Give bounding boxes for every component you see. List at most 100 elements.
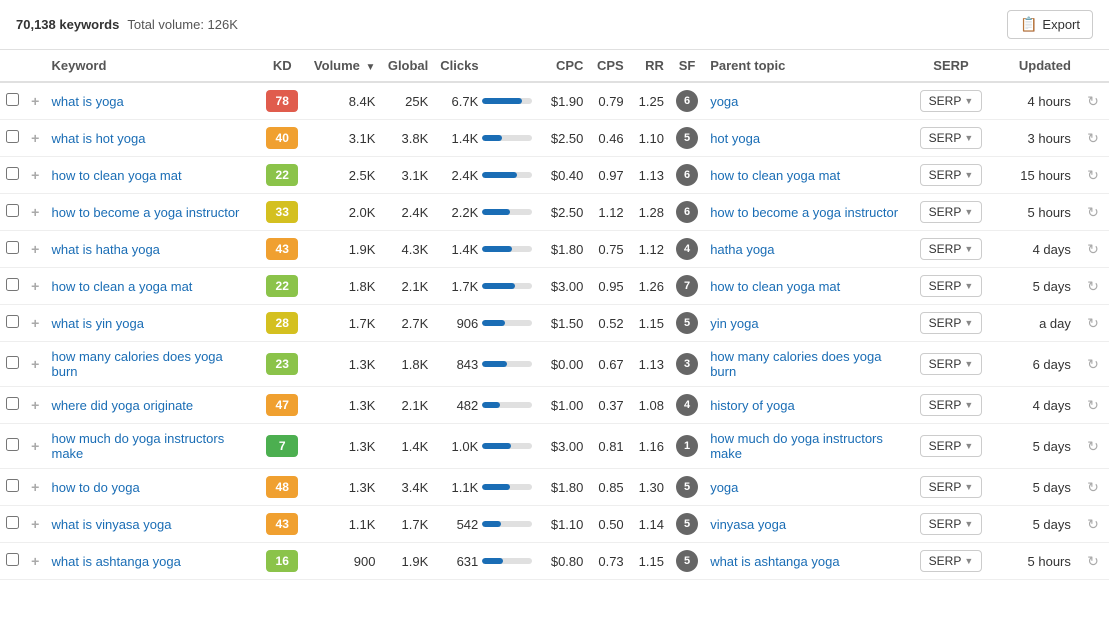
parent-topic-link[interactable]: how to clean yoga mat [710,168,840,183]
row-checkbox[interactable] [6,204,19,217]
col-keyword: Keyword [46,50,258,82]
sf-badge: 1 [676,435,698,457]
parent-topic-link[interactable]: hatha yoga [710,242,774,257]
add-keyword-icon[interactable]: + [31,315,39,331]
keyword-link[interactable]: how to do yoga [52,480,140,495]
row-checkbox[interactable] [6,93,19,106]
refresh-button[interactable]: ↻ [1083,239,1103,260]
parent-topic-link[interactable]: how much do yoga instructors make [710,431,883,461]
keyword-link[interactable]: how much do yoga instructors make [52,431,225,461]
parent-topic-link[interactable]: how to clean yoga mat [710,279,840,294]
refresh-button[interactable]: ↻ [1083,128,1103,149]
keyword-link[interactable]: what is yoga [52,94,124,109]
row-checkbox[interactable] [6,438,19,451]
parent-topic-link[interactable]: how many calories does yoga burn [710,349,881,379]
refresh-button[interactable]: ↻ [1083,477,1103,498]
row-kd-cell: 43 [257,231,307,268]
serp-button[interactable]: SERP ▼ [920,476,983,498]
export-button[interactable]: 📋 Export [1007,10,1093,39]
add-keyword-icon[interactable]: + [31,479,39,495]
keyword-link[interactable]: how to clean yoga mat [52,168,182,183]
row-refresh-cell: ↻ [1077,231,1109,268]
add-keyword-icon[interactable]: + [31,241,39,257]
refresh-button[interactable]: ↻ [1083,395,1103,416]
add-keyword-icon[interactable]: + [31,167,39,183]
sf-badge: 5 [676,513,698,535]
parent-topic-link[interactable]: what is ashtanga yoga [710,554,839,569]
row-cps-cell: 0.37 [589,387,629,424]
serp-button[interactable]: SERP ▼ [920,513,983,535]
parent-topic-link[interactable]: hot yoga [710,131,760,146]
row-rr-cell: 1.08 [630,387,670,424]
add-keyword-icon[interactable]: + [31,438,39,454]
row-checkbox[interactable] [6,397,19,410]
serp-button[interactable]: SERP ▼ [920,353,983,375]
refresh-button[interactable]: ↻ [1083,202,1103,223]
refresh-button[interactable]: ↻ [1083,313,1103,334]
serp-button[interactable]: SERP ▼ [920,312,983,334]
refresh-button[interactable]: ↻ [1083,91,1103,112]
refresh-button[interactable]: ↻ [1083,514,1103,535]
row-checkbox[interactable] [6,553,19,566]
keyword-link[interactable]: what is vinyasa yoga [52,517,172,532]
add-keyword-icon[interactable]: + [31,356,39,372]
serp-button[interactable]: SERP ▼ [920,550,983,572]
parent-topic-link[interactable]: how to become a yoga instructor [710,205,898,220]
row-serp-cell: SERP ▼ [906,157,997,194]
parent-topic-link[interactable]: yoga [710,94,738,109]
add-keyword-icon[interactable]: + [31,553,39,569]
row-serp-cell: SERP ▼ [906,424,997,469]
row-cps-cell: 0.85 [589,469,629,506]
refresh-button[interactable]: ↻ [1083,551,1103,572]
serp-button[interactable]: SERP ▼ [920,164,983,186]
serp-button[interactable]: SERP ▼ [920,275,983,297]
parent-topic-link[interactable]: vinyasa yoga [710,517,786,532]
serp-button[interactable]: SERP ▼ [920,435,983,457]
keyword-link[interactable]: how to clean a yoga mat [52,279,193,294]
parent-topic-link[interactable]: history of yoga [710,398,795,413]
row-checkbox[interactable] [6,130,19,143]
row-checkbox[interactable] [6,315,19,328]
refresh-button[interactable]: ↻ [1083,436,1103,457]
keyword-link[interactable]: what is ashtanga yoga [52,554,181,569]
keyword-link[interactable]: where did yoga originate [52,398,194,413]
keyword-link[interactable]: how many calories does yoga burn [52,349,223,379]
row-plus-cell: + [25,268,45,305]
row-cps-cell: 1.12 [589,194,629,231]
serp-button[interactable]: SERP ▼ [920,238,983,260]
col-cps: CPS [589,50,629,82]
parent-topic-link[interactable]: yoga [710,480,738,495]
row-refresh-cell: ↻ [1077,469,1109,506]
row-checkbox[interactable] [6,241,19,254]
keyword-link[interactable]: what is hot yoga [52,131,146,146]
serp-button[interactable]: SERP ▼ [920,394,983,416]
keyword-link[interactable]: what is yin yoga [52,316,145,331]
row-checkbox[interactable] [6,167,19,180]
add-keyword-icon[interactable]: + [31,278,39,294]
add-keyword-icon[interactable]: + [31,204,39,220]
serp-button[interactable]: SERP ▼ [920,90,983,112]
refresh-button[interactable]: ↻ [1083,165,1103,186]
row-checkbox[interactable] [6,278,19,291]
serp-button[interactable]: SERP ▼ [920,127,983,149]
row-checkbox[interactable] [6,516,19,529]
add-keyword-icon[interactable]: + [31,397,39,413]
col-volume[interactable]: Volume ▼ [307,50,381,82]
kd-badge: 43 [266,238,298,260]
refresh-button[interactable]: ↻ [1083,354,1103,375]
refresh-button[interactable]: ↻ [1083,276,1103,297]
row-parent-topic-cell: yin yoga [704,305,905,342]
row-volume-cell: 1.8K [307,268,381,305]
keyword-link[interactable]: what is hatha yoga [52,242,160,257]
row-checkbox[interactable] [6,356,19,369]
add-keyword-icon[interactable]: + [31,130,39,146]
serp-button[interactable]: SERP ▼ [920,201,983,223]
kd-badge: 40 [266,127,298,149]
add-keyword-icon[interactable]: + [31,516,39,532]
parent-topic-link[interactable]: yin yoga [710,316,758,331]
row-parent-topic-cell: how to clean yoga mat [704,268,905,305]
keyword-link[interactable]: how to become a yoga instructor [52,205,240,220]
add-keyword-icon[interactable]: + [31,93,39,109]
row-checkbox[interactable] [6,479,19,492]
table-row: + how to clean yoga mat 22 2.5K 3.1K 2.4… [0,157,1109,194]
